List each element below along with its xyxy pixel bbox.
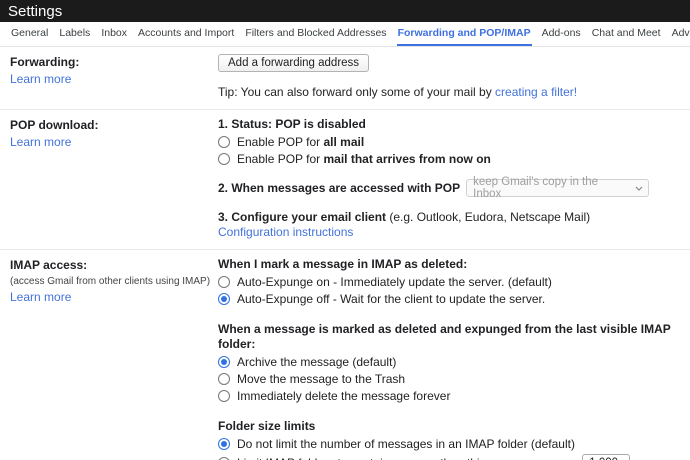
pop-learn-more-link[interactable]: Learn more <box>10 135 71 150</box>
forwarding-learn-more-link[interactable]: Learn more <box>10 72 71 87</box>
radio-label: Auto-Expunge on - Immediately update the… <box>237 275 552 289</box>
radio-icon <box>218 276 230 288</box>
pop-configuration-instructions-link[interactable]: Configuration instructions <box>218 225 353 240</box>
tab-general[interactable]: General <box>10 22 49 46</box>
radio-icon <box>218 136 230 148</box>
imap-folder-limit-select[interactable]: 1,000 <box>582 454 630 460</box>
forwarding-section: Forwarding: Learn more Add a forwarding … <box>0 47 690 109</box>
radio-label: Immediately delete the message forever <box>237 389 450 403</box>
pop-download-section: POP download: Learn more 1. Status: POP … <box>0 109 690 249</box>
forwarding-tip: Tip: You can also forward only some of y… <box>218 85 682 100</box>
add-forwarding-address-button[interactable]: Add a forwarding address <box>218 54 369 72</box>
tab-add-ons[interactable]: Add-ons <box>541 22 582 46</box>
radio-label: Limit IMAP folders to contain no more th… <box>237 456 576 460</box>
radio-limit-imap-folders[interactable]: Limit IMAP folders to contain no more th… <box>218 454 682 460</box>
imap-access-section: IMAP access: (access Gmail from other cl… <box>0 249 690 460</box>
radio-label: Archive the message (default) <box>237 355 396 369</box>
creating-a-filter-link[interactable]: creating a filter! <box>495 85 577 100</box>
tab-accounts-and-import[interactable]: Accounts and Import <box>137 22 235 46</box>
pop-section-label-col: POP download: Learn more <box>0 117 218 240</box>
pop-configure-heading: 3. Configure your email client (e.g. Out… <box>218 210 682 225</box>
tab-inbox[interactable]: Inbox <box>100 22 128 46</box>
tab-labels[interactable]: Labels <box>58 22 91 46</box>
tab-filters-and-blocked-addresses[interactable]: Filters and Blocked Addresses <box>244 22 387 46</box>
radio-delete-forever[interactable]: Immediately delete the message forever <box>218 389 682 403</box>
radio-icon <box>218 390 230 402</box>
imap-section-label-col: IMAP access: (access Gmail from other cl… <box>0 257 218 460</box>
pop-access-select-value: keep Gmail's copy in the Inbox <box>473 176 628 200</box>
pop-download-label: POP download: <box>10 118 218 133</box>
settings-tab-bar: General Labels Inbox Accounts and Import… <box>0 22 690 47</box>
radio-icon <box>218 153 230 165</box>
radio-icon <box>218 293 230 305</box>
pop-status-heading: 1. Status: POP is disabled <box>218 117 682 132</box>
radio-auto-expunge-on[interactable]: Auto-Expunge on - Immediately update the… <box>218 275 682 289</box>
imap-learn-more-link[interactable]: Learn more <box>10 290 71 305</box>
chevron-down-icon <box>635 186 643 191</box>
imap-expunge-heading: When a message is marked as deleted and … <box>218 322 682 352</box>
page-title: Settings <box>8 3 62 20</box>
radio-enable-pop-from-now-on[interactable]: Enable POP for mail that arrives from no… <box>218 152 682 166</box>
radio-archive-message[interactable]: Archive the message (default) <box>218 355 682 369</box>
radio-label: Move the message to the Trash <box>237 372 405 386</box>
tab-advanced[interactable]: Advanced <box>671 22 690 46</box>
forwarding-label: Forwarding: <box>10 55 218 70</box>
forwarding-section-label-col: Forwarding: Learn more <box>0 54 218 100</box>
radio-label: Auto-Expunge off - Wait for the client t… <box>237 292 545 306</box>
radio-label: Enable POP for all mail <box>237 135 364 149</box>
tab-forwarding-and-pop-imap[interactable]: Forwarding and POP/IMAP <box>397 22 532 46</box>
settings-content: Forwarding: Learn more Add a forwarding … <box>0 47 690 460</box>
imap-folder-size-heading: Folder size limits <box>218 419 682 434</box>
tab-chat-and-meet[interactable]: Chat and Meet <box>591 22 662 46</box>
radio-move-to-trash[interactable]: Move the message to the Trash <box>218 372 682 386</box>
radio-label: Enable POP for mail that arrives from no… <box>237 152 491 166</box>
pop-access-select: keep Gmail's copy in the Inbox <box>466 179 649 197</box>
radio-do-not-limit-folder[interactable]: Do not limit the number of messages in a… <box>218 437 682 451</box>
pop-access-heading: 2. When messages are accessed with POP <box>218 181 460 196</box>
radio-icon <box>218 373 230 385</box>
radio-icon <box>218 438 230 450</box>
window-title-bar: Settings <box>0 0 690 22</box>
imap-deleted-heading: When I mark a message in IMAP as deleted… <box>218 257 682 272</box>
imap-access-label: IMAP access: <box>10 258 218 273</box>
settings-page: Settings General Labels Inbox Accounts a… <box>0 0 690 460</box>
radio-label: Do not limit the number of messages in a… <box>237 437 575 451</box>
radio-icon <box>218 356 230 368</box>
imap-folder-limit-value: 1,000 <box>589 456 618 460</box>
radio-auto-expunge-off[interactable]: Auto-Expunge off - Wait for the client t… <box>218 292 682 306</box>
radio-enable-pop-all-mail[interactable]: Enable POP for all mail <box>218 135 682 149</box>
imap-access-sublabel: (access Gmail from other clients using I… <box>10 275 218 288</box>
forwarding-tip-text: Tip: You can also forward only some of y… <box>218 85 495 99</box>
